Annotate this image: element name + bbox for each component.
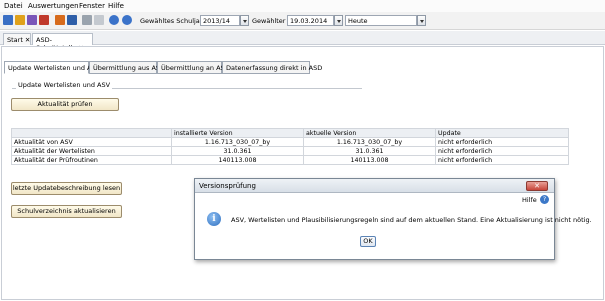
toolbar-icon-2[interactable]: [15, 15, 25, 25]
toolbar-icon-3[interactable]: [27, 15, 37, 25]
version-table: installierte Version aktuelle Version Up…: [11, 128, 569, 165]
info-icon[interactable]: [109, 15, 119, 25]
column-header: [11, 128, 172, 138]
table-cell: nicht erforderlich: [435, 146, 569, 156]
version-check-dialog: Versionsprüfung ✕ Hilfe ? i ASV, Werteli…: [194, 178, 592, 260]
table-cell: nicht erforderlich: [435, 137, 569, 147]
dialog-help-link[interactable]: Hilfe: [522, 196, 537, 204]
table-header-row: installierte Version aktuelle Version Up…: [11, 128, 569, 138]
help-icon[interactable]: [122, 15, 132, 25]
tag-dropdown-icon[interactable]: [334, 15, 343, 26]
tab-uebermittlung-an-asd[interactable]: Übermittlung an ASD: [157, 61, 230, 74]
tab-datenerfassung[interactable]: Datenerfassung direkt in ASD: [222, 61, 322, 74]
info-icon: i: [207, 212, 221, 226]
help-icon[interactable]: ?: [540, 195, 549, 204]
table-cell: 31.0.361: [171, 146, 304, 156]
tab-update-wertelisten[interactable]: Update Wertelisten und ASV: [4, 61, 100, 74]
table-row[interactable]: Aktualität der Wertelisten 31.0.361 31.0…: [11, 146, 569, 156]
close-icon[interactable]: ✕: [25, 36, 30, 44]
heute-dropdown-icon[interactable]: [417, 15, 426, 26]
ok-button[interactable]: OK: [360, 236, 376, 247]
toolbar-icon-8[interactable]: [94, 15, 104, 25]
toolbar-icon-4[interactable]: [39, 15, 49, 25]
column-header: installierte Version: [171, 128, 304, 138]
toolbar-icon-7[interactable]: [82, 15, 92, 25]
dialog-message: ASV, Wertelisten und Plausibilisierungsr…: [231, 216, 592, 224]
tag-input[interactable]: 19.03.2014: [287, 15, 334, 26]
menu-hilfe[interactable]: Hilfe: [108, 2, 124, 10]
dialog-title: Versionsprüfung: [195, 179, 554, 193]
table-row[interactable]: Aktualität von ASV 1.16.713_030_07_by 1.…: [11, 137, 569, 147]
document-tabs: Start✕ ASD-Schnittstelle✕: [0, 31, 605, 52]
table-row[interactable]: Aktualität der Prüfroutinen 140113.008 1…: [11, 155, 569, 165]
column-header: aktuelle Version: [303, 128, 436, 138]
schulverzeichnis-button[interactable]: Schulverzeichnis aktualisieren: [11, 205, 122, 218]
table-cell: 31.0.361: [303, 146, 436, 156]
aktualitaet-pruefen-button[interactable]: Aktualität prüfen: [11, 98, 119, 111]
menu-datei[interactable]: Datei: [4, 2, 23, 10]
table-cell: Aktualität der Prüfroutinen: [11, 155, 172, 165]
menu-fenster[interactable]: Fenster: [79, 2, 105, 10]
menu-auswertungen[interactable]: Auswertungen: [28, 2, 79, 10]
tab-start-label: Start: [7, 36, 23, 44]
close-icon[interactable]: ✕: [526, 181, 548, 191]
menu-bar: Datei Auswertungen Fenster Hilfe: [0, 0, 605, 12]
table-cell: 140113.008: [171, 155, 304, 165]
table-cell: nicht erforderlich: [435, 155, 569, 165]
table-cell: 1.16.713_030_07_by: [303, 137, 436, 147]
toolbar-icon-6[interactable]: [67, 15, 77, 25]
tab-start[interactable]: Start ✕: [3, 33, 31, 45]
toolbar: Gewähltes Schuljahr 2013/14 Gewählter Ta…: [0, 12, 605, 30]
table-cell: 1.16.713_030_07_by: [171, 137, 304, 147]
schuljahr-label: Gewähltes Schuljahr: [140, 17, 207, 25]
table-cell: Aktualität von ASV: [11, 137, 172, 147]
heute-select[interactable]: Heute: [345, 15, 417, 26]
schuljahr-dropdown-icon[interactable]: [240, 15, 249, 26]
column-header: Update: [435, 128, 569, 138]
tab-uebermittlung-aus-asd[interactable]: Übermittlung aus ASD: [89, 61, 165, 74]
section-title: Update Wertelisten und ASV: [16, 81, 113, 89]
updatebeschreibung-button[interactable]: letzte Updatebeschreibung lesen: [11, 182, 122, 195]
tab-asd-schnittstelle[interactable]: ASD-Schnittstelle✕: [32, 33, 93, 52]
table-cell: 140113.008: [303, 155, 436, 165]
schuljahr-select[interactable]: 2013/14: [200, 15, 240, 26]
toolbar-icon-5[interactable]: [55, 15, 65, 25]
toolbar-icon-1[interactable]: [3, 15, 13, 25]
table-cell: Aktualität der Wertelisten: [11, 146, 172, 156]
